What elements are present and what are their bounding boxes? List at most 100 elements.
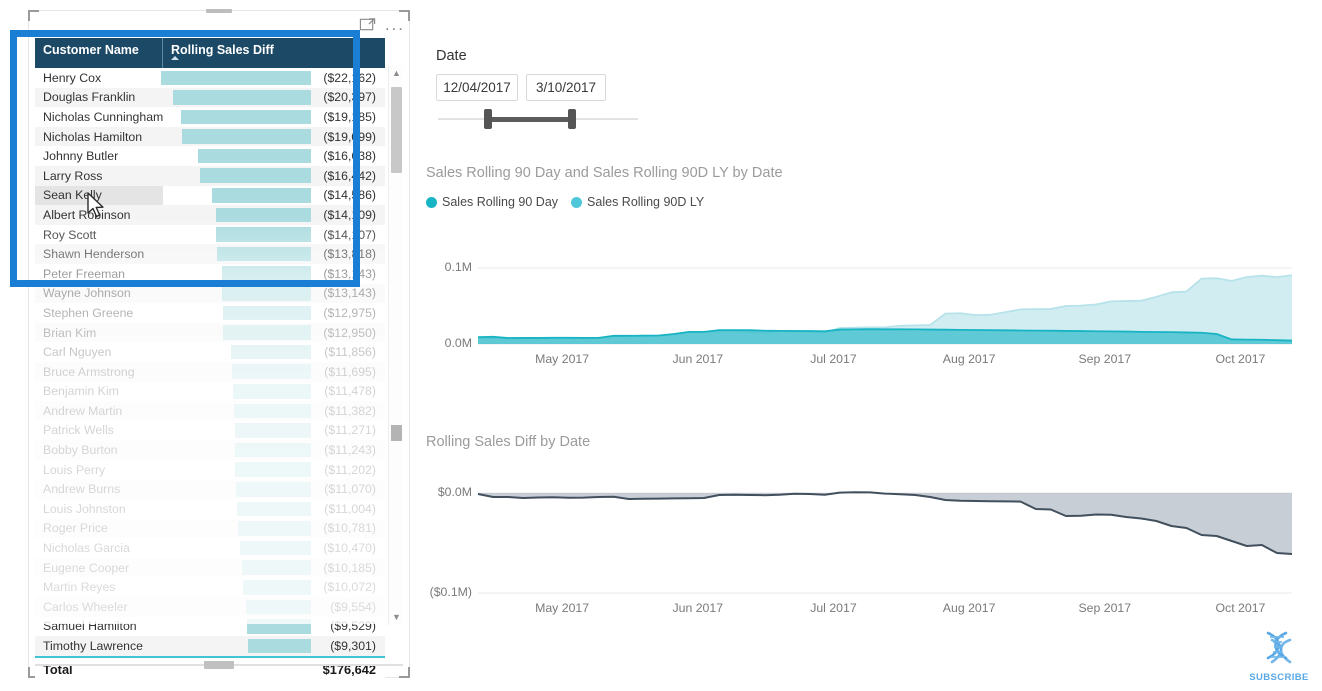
cell-rolling-sales-diff-value: ($14,109) (323, 207, 376, 222)
table-vertical-scrollbar[interactable]: ▲ ▼ (388, 65, 403, 625)
table-row[interactable]: Roger Price ($10,781) (35, 518, 385, 539)
cell-data-bar (163, 303, 311, 323)
date-slicer-end-input[interactable]: 3/10/2017 (526, 74, 606, 101)
table-row[interactable]: Brian Kim ($12,950) (35, 322, 385, 343)
date-slider-right-handle[interactable] (568, 109, 576, 129)
data-bar-fill (200, 168, 311, 184)
cell-rolling-sales-diff-value: ($16,638) (323, 149, 376, 164)
legend-item-sales-rolling-90d-ly[interactable]: Sales Rolling 90D LY (571, 195, 704, 209)
table-row[interactable]: Nicholas Hamilton ($19,099) (35, 126, 385, 147)
column-header-rolling-sales-diff[interactable]: Rolling Sales Diff (163, 38, 385, 68)
cell-rolling-sales-diff-value: ($14,586) (323, 188, 376, 203)
table-row[interactable]: Samuel Hamilton ($9,529) (35, 617, 385, 637)
table-row[interactable]: Larry Ross ($16,442) (35, 165, 385, 186)
cell-rolling-sales-diff-value: ($13,143) (323, 286, 376, 301)
cell-data-bar (163, 421, 311, 441)
table-row[interactable]: Shawn Henderson ($13,818) (35, 244, 385, 264)
cell-rolling-sales-diff-value: ($19,185) (323, 109, 376, 124)
cell-rolling-sales-diff-value: ($10,470) (323, 541, 376, 556)
more-options-icon[interactable]: ... (385, 16, 405, 33)
table-row[interactable]: Andrew Burns ($11,070) (35, 479, 385, 500)
table-row[interactable]: Johnny Butler ($16,638) (35, 146, 385, 166)
power-bi-report-page: ... Customer Name Rolling Sales Diff Hen… (0, 0, 1322, 691)
data-bar-fill (240, 540, 311, 556)
cell-rolling-sales-diff-value: ($16,442) (323, 168, 376, 183)
cell-rolling-sales-diff-value: ($22,162) (323, 70, 376, 85)
table-horizontal-scrollbar[interactable] (35, 659, 403, 671)
scrollbar-thumb[interactable] (391, 87, 402, 173)
table-row[interactable]: Carl Nguyen ($11,856) (35, 342, 385, 362)
table-row[interactable]: Nicholas Garcia ($10,470) (35, 538, 385, 558)
data-bar-fill (235, 423, 311, 438)
table-row[interactable]: Benjamin Kim ($11,478) (35, 382, 385, 402)
table-row[interactable]: Peter Freeman ($13,143) (35, 264, 385, 284)
table-grid: Customer Name Rolling Sales Diff Henry C… (35, 38, 403, 682)
customer-rolling-sales-diff-table-visual[interactable]: ... Customer Name Rolling Sales Diff Hen… (28, 9, 410, 682)
table-row[interactable]: Timothy Lawrence ($9,301) (35, 636, 385, 656)
data-bar-fill (198, 148, 311, 164)
table-row[interactable]: Roy Scott ($14,107) (35, 225, 385, 245)
legend-swatch-icon (426, 196, 437, 208)
data-bar-fill (216, 207, 311, 223)
cell-rolling-sales-diff-value: ($11,004) (324, 501, 376, 516)
cell-customer-name: Nicholas Cunningham (43, 109, 163, 124)
table-row[interactable]: Henry Cox ($22,162) (35, 68, 385, 88)
visual-header-toolbar[interactable]: ... (359, 13, 405, 35)
area-chart-rolling-90day[interactable]: 0.1M 0.0M May 2017 Jun 2017 Jul 2017 Aug 2017… (420, 250, 1300, 380)
data-bar-fill (212, 188, 311, 203)
table-row[interactable]: Stephen Greene ($12,975) (35, 303, 385, 323)
hscroll-thumb[interactable] (204, 661, 235, 669)
table-row[interactable]: Carlos Wheeler ($9,554) (35, 597, 385, 617)
chart-legend[interactable]: Sales Rolling 90 Day Sales Rolling 90D L… (426, 195, 704, 209)
cell-customer-name: Shawn Henderson (43, 247, 145, 262)
cell-rolling-sales-diff-value: ($20,397) (323, 90, 376, 105)
date-slider-selected-range[interactable] (488, 116, 572, 122)
cell-customer-name: Bobby Burton (43, 443, 118, 458)
table-row[interactable]: Wayne Johnson ($13,143) (35, 283, 385, 304)
cell-data-bar (161, 68, 311, 88)
scroll-up-arrow-icon[interactable]: ▲ (389, 65, 404, 81)
data-bar-fill (182, 129, 311, 144)
cell-rolling-sales-diff-value: ($10,781) (323, 521, 376, 536)
cell-customer-name: Stephen Greene (43, 305, 134, 320)
table-row[interactable]: Patrick Wells ($11,271) (35, 421, 385, 441)
table-row[interactable]: Douglas Franklin ($20,397) (35, 87, 385, 108)
cell-data-bar (163, 107, 311, 127)
area-chart-rolling-sales-diff[interactable]: $0.0M ($0.1M) May 2017 Jun 2017 Jul 2017 Aug … (420, 475, 1300, 635)
table-row[interactable]: Eugene Cooper ($10,185) (35, 557, 385, 578)
cell-rolling-sales-diff-value: ($12,950) (323, 325, 376, 340)
date-slider-left-handle[interactable] (484, 109, 492, 129)
legend-item-sales-rolling-90-day[interactable]: Sales Rolling 90 Day (426, 195, 558, 209)
table-row[interactable]: Andrew Martin ($11,382) (35, 401, 385, 421)
scroll-down-arrow-icon[interactable]: ▼ (389, 609, 404, 625)
legend-label: Sales Rolling 90 Day (442, 195, 559, 209)
scrollbar-secondary-thumb[interactable] (391, 425, 402, 441)
cell-data-bar (163, 323, 311, 343)
table-row[interactable]: Bruce Armstrong ($11,695) (35, 361, 385, 382)
table-row[interactable]: Nicholas Cunningham ($19,185) (35, 107, 385, 127)
cell-customer-name: Roy Scott (43, 227, 97, 242)
resize-handle-top[interactable] (206, 9, 232, 13)
cell-customer-name: Carlos Wheeler (43, 599, 128, 614)
cell-rolling-sales-diff-value: ($9,529) (330, 619, 376, 634)
cell-rolling-sales-diff-value: ($11,695) (324, 364, 376, 379)
data-bar-fill (217, 246, 311, 262)
cell-customer-name: Louis Perry (43, 462, 106, 477)
y-axis-tick-label: 0.1M (444, 260, 472, 274)
table-body[interactable]: Henry Cox ($22,162) Douglas Franklin ($20,3… (35, 68, 385, 656)
focus-mode-icon[interactable] (359, 16, 376, 33)
date-slicer-start-input[interactable]: 12/04/2017 (436, 74, 518, 101)
cell-customer-name: Peter Freeman (43, 266, 126, 281)
table-row[interactable]: Louis Johnston ($11,004) (35, 499, 385, 519)
table-row[interactable]: Louis Perry ($11,202) (35, 460, 385, 480)
chart-area-0 (478, 492, 1292, 554)
x-axis-tick-label: Jul 2017 (810, 352, 857, 366)
data-bar-fill (242, 560, 311, 575)
table-row[interactable]: Martin Reyes ($10,072) (35, 577, 385, 597)
x-axis-tick-label: Aug 2017 (942, 352, 996, 366)
cell-customer-name: Douglas Franklin (43, 90, 136, 105)
table-row[interactable]: Bobby Burton ($11,243) (35, 440, 385, 460)
column-header-customer-name[interactable]: Customer Name (35, 38, 163, 68)
resize-handle-top-left[interactable] (28, 10, 39, 21)
cell-data-bar (163, 342, 311, 362)
